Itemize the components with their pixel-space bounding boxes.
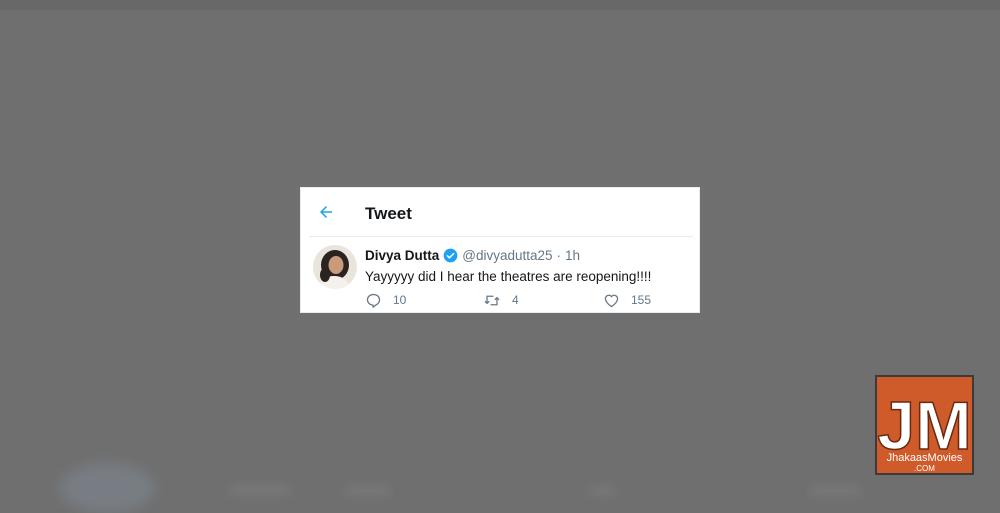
tweet-actions: 10 4 155 bbox=[365, 291, 691, 309]
back-arrow-icon bbox=[320, 206, 332, 218]
tweet-text: Yayyyyy did I hear the theatres are reop… bbox=[365, 269, 652, 284]
page-title: Tweet bbox=[365, 204, 412, 223]
logo-brand-text: JhakaasMovies bbox=[887, 452, 963, 464]
tweet-card: Tweet Divya Dutta @divyadutta25 · 1h Yay… bbox=[300, 187, 700, 313]
logo-suffix-text: .COM bbox=[914, 464, 935, 473]
reply-icon bbox=[366, 293, 381, 308]
retweet-icon bbox=[484, 295, 500, 305]
like-button[interactable]: 155 bbox=[603, 291, 651, 309]
header-divider bbox=[309, 236, 693, 237]
retweet-button[interactable]: 4 bbox=[483, 291, 519, 309]
avatar-photo bbox=[313, 245, 357, 289]
tweet-body: Divya Dutta @divyadutta25 · 1h Yayyyyy d… bbox=[365, 246, 691, 286]
verified-badge-icon bbox=[443, 248, 458, 263]
back-button[interactable] bbox=[315, 201, 337, 223]
tweet-timestamp[interactable]: 1h bbox=[565, 248, 580, 263]
backdrop-top-strip bbox=[0, 0, 1000, 10]
tweet-author-row: Divya Dutta @divyadutta25 · 1h bbox=[365, 246, 691, 264]
watermark-logo: JM JhakaasMovies .COM bbox=[875, 375, 974, 475]
blurred-background-content bbox=[0, 455, 1000, 513]
avatar[interactable] bbox=[313, 245, 357, 289]
meta-separator: · bbox=[556, 247, 562, 263]
like-icon bbox=[604, 294, 619, 307]
author-handle[interactable]: @divyadutta25 bbox=[462, 248, 552, 263]
author-name[interactable]: Divya Dutta bbox=[365, 248, 439, 263]
reply-button[interactable]: 10 bbox=[365, 291, 406, 309]
tweet-header: Tweet bbox=[301, 188, 701, 237]
like-count: 155 bbox=[631, 293, 652, 307]
reply-count: 10 bbox=[393, 293, 407, 307]
retweet-count: 4 bbox=[512, 293, 519, 307]
